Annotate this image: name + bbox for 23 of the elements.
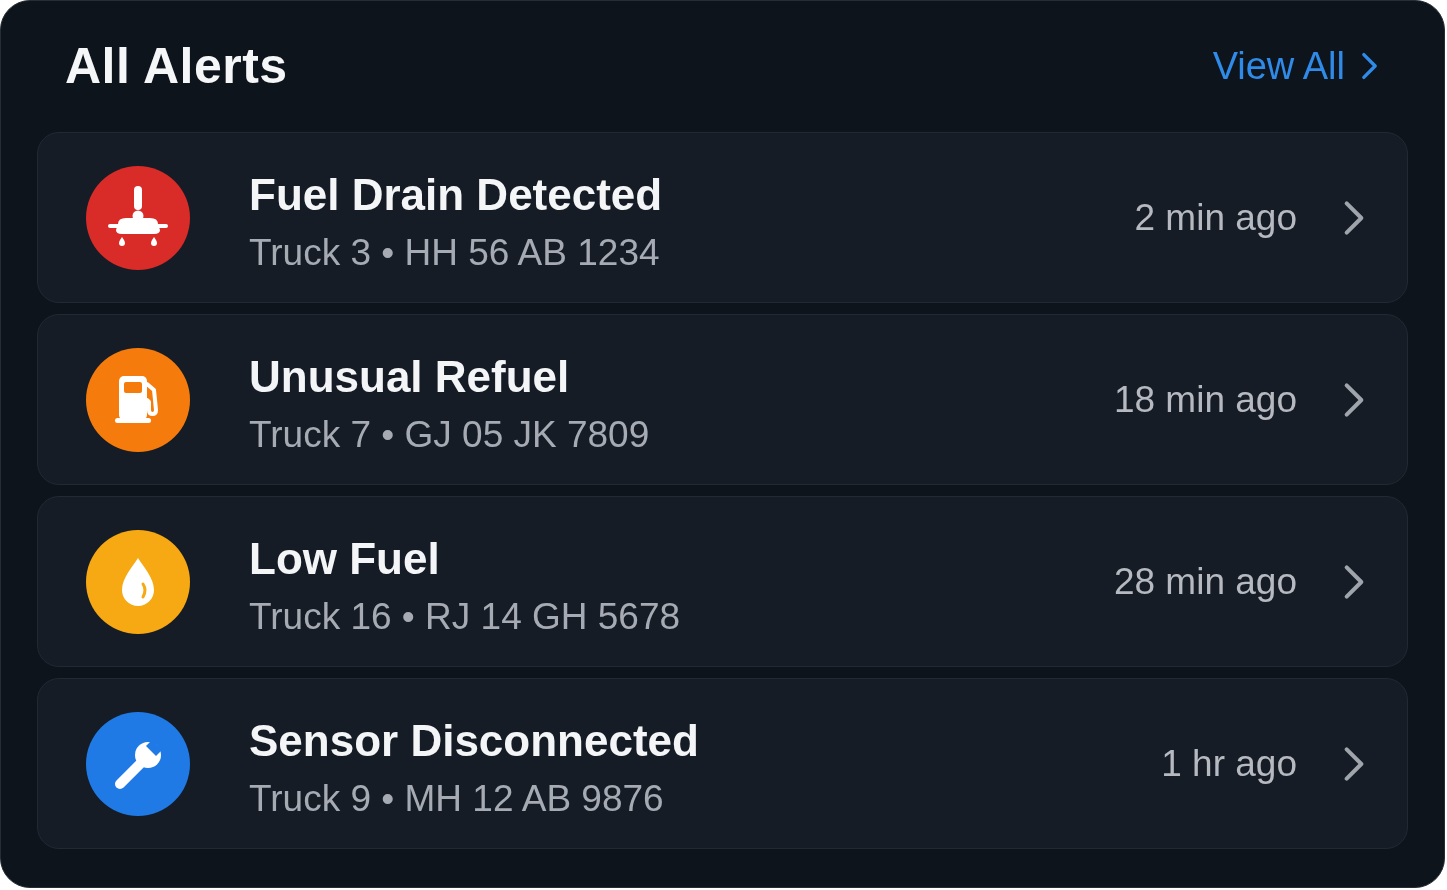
alert-card[interactable]: Unusual Refuel Truck 7 • GJ 05 JK 7809 18 min ago (37, 314, 1408, 485)
alert-detail: Truck 3 • HH 56 AB 1234 (249, 233, 661, 271)
chevron-right-icon (1343, 198, 1365, 237)
panel-title: All Alerts (65, 41, 288, 91)
alert-title: Sensor Disconnected (249, 718, 700, 763)
chevron-right-icon (1361, 51, 1378, 81)
view-all-link[interactable]: View All (1212, 47, 1378, 85)
chevron-right-icon (1343, 380, 1365, 419)
alert-time: 2 min ago (1134, 199, 1297, 236)
alert-card[interactable]: Sensor Disconnected Truck 9 • MH 12 AB 9876 1 hr ago (37, 678, 1408, 849)
alert-card[interactable]: Low Fuel Truck 16 • RJ 14 GH 5678 28 min ago (37, 496, 1408, 667)
alert-time: 1 hr ago (1161, 745, 1297, 782)
alert-title: Low Fuel (249, 536, 441, 581)
alert-title: Unusual Refuel (249, 354, 571, 399)
chevron-right-icon (1343, 744, 1365, 783)
alert-time: 28 min ago (1113, 563, 1297, 600)
alert-detail: Truck 7 • GJ 05 JK 7809 (249, 415, 651, 453)
alert-title: Fuel Drain Detected (249, 172, 664, 217)
alert-time: 18 min ago (1113, 381, 1297, 418)
chevron-right-icon (1343, 562, 1365, 601)
alert-card[interactable]: Fuel Drain Detected Truck 3 • HH 56 AB 1234 2 min ago (37, 132, 1408, 303)
alert-detail: Truck 16 • RJ 14 GH 5678 (249, 597, 682, 635)
alert-detail: Truck 9 • MH 12 AB 9876 (249, 779, 665, 817)
